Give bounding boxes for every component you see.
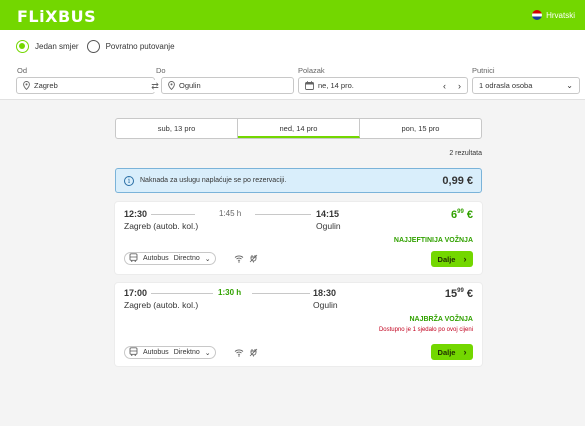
round-trip-radio[interactable]: Povratno putovanje [86,40,175,53]
one-way-radio[interactable]: Jedan smjer [16,40,79,53]
departure-station: Zagreb (autob. kol.) [124,221,199,231]
search-panel: Jedan smjer Povratno putovanje Od Zagreb… [0,30,585,100]
seat-availability: Dostupno je 1 sjedalo po ovoj cijeni [378,327,473,333]
timeline-line [151,293,213,294]
date-tabs: sub, 13 pro ned, 14 pro pon, 15 pro [115,118,482,139]
from-field[interactable]: Zagreb [16,77,155,94]
radio-unchecked-icon [86,40,100,53]
arrival-time: 18:30 [313,288,337,298]
departure-date-field[interactable]: ne, 14 pro. ‹ › [298,77,468,94]
arrival-station: Ogulin [316,221,341,231]
calendar-icon [305,81,314,90]
radio-checked-icon [16,40,29,53]
timeline-line [255,214,311,215]
service-fee-amount: 0,99 € [442,174,473,187]
passengers-label: Putnici [472,66,495,75]
departure-station: Zagreb (autob. kol.) [124,300,199,310]
power-plug-icon [249,348,258,359]
from-value: Zagreb [34,81,58,90]
language-selector[interactable]: Hrvatski [532,10,575,20]
departure-label: Polazak [298,66,325,75]
price: 699 € [451,209,473,221]
previous-date-icon[interactable]: ‹ [443,81,446,91]
passengers-field[interactable]: 1 odrasla osoba ⌄ [472,77,580,94]
date-arrows: ‹ › [443,81,461,91]
cheapest-trip-tag: NAJJEFTINIJA VOŽNJA [393,237,473,244]
transport-type: Autobus [143,349,169,356]
transport-type: Autobus [143,255,169,262]
arrival-station: Ogulin [313,300,338,310]
swap-direction-icon[interactable]: ⇄ [149,80,161,92]
departure-date-value: ne, 14 pro. [318,81,354,90]
round-trip-label: Povratno putovanje [105,42,175,51]
price-main: 15 [444,288,458,300]
price-cents: 99 [457,209,464,215]
timeline-line [252,293,310,294]
flixbus-logo[interactable]: FLiXBUS [17,7,96,26]
passengers-value: 1 odrasla osoba [479,81,533,90]
trip-details-pill[interactable]: Autobus Direktno ⌄ [124,346,216,359]
chevron-right-icon: › [463,254,467,264]
route-type: Directno [173,255,200,262]
trip-duration: 1:30 h [218,288,242,297]
next-date-icon[interactable]: › [458,81,461,91]
chevron-right-icon: › [463,347,467,357]
chevron-down-icon: ⌄ [204,255,211,263]
result-card[interactable]: 17:00 1:30 h 18:30 Zagreb (autob. kol.) … [115,283,482,366]
arrival-time: 14:15 [316,209,340,219]
currency: € [466,209,473,221]
location-pin-icon [168,81,175,90]
results-count: 2 rezultata [449,150,482,157]
bus-icon [129,347,138,358]
to-value: Ogulin [179,81,201,90]
tab-selected-day[interactable]: ned, 14 pro [238,119,360,138]
tab-previous-day[interactable]: sub, 13 pro [116,119,238,138]
wifi-icon [234,348,244,359]
bus-icon [129,253,138,264]
departure-time: 12:30 [124,209,148,219]
price: 1599 € [445,288,473,300]
tab-next-day[interactable]: pon, 15 pro [360,119,481,138]
info-icon: i [124,175,134,186]
amenities [234,254,258,265]
continue-label: Dalje [437,254,456,264]
to-label: Do [156,66,166,75]
continue-button[interactable]: Dalje › [431,344,473,360]
result-card[interactable]: 12:30 1:45 h 14:15 Zagreb (autob. kol.) … [115,202,482,274]
route-type: Direktno [173,349,200,356]
power-plug-icon [249,254,258,265]
trip-type-selector: Jedan smjer Povratno putovanje [16,40,175,53]
fastest-trip-tag: NAJBRŽA VOŽNJA [409,316,473,323]
amenities [234,348,258,359]
top-bar: FLiXBUS Hrvatski [0,0,585,30]
wifi-icon [234,254,244,265]
price-cents: 99 [457,288,464,294]
departure-time: 17:00 [124,288,148,298]
trip-duration: 1:45 h [219,209,242,218]
trip-details-pill[interactable]: Autobus Directno ⌄ [124,252,216,265]
continue-button[interactable]: Dalje › [431,251,473,267]
language-label: Hrvatski [546,10,575,20]
chevron-down-icon: ⌄ [204,349,211,357]
service-fee-notice: i Naknada za uslugu naplaćuje se po reze… [115,168,482,193]
croatia-flag-icon [532,10,543,20]
notice-text: Naknada za uslugu naplaćuje se po rezerv… [140,177,287,184]
location-pin-icon [23,81,30,90]
currency: € [466,288,473,300]
timeline-line [151,214,195,215]
from-label: Od [17,66,28,75]
to-field[interactable]: Ogulin [161,77,294,94]
chevron-down-icon: ⌄ [566,81,573,90]
continue-label: Dalje [437,347,456,357]
one-way-label: Jedan smjer [35,42,79,51]
